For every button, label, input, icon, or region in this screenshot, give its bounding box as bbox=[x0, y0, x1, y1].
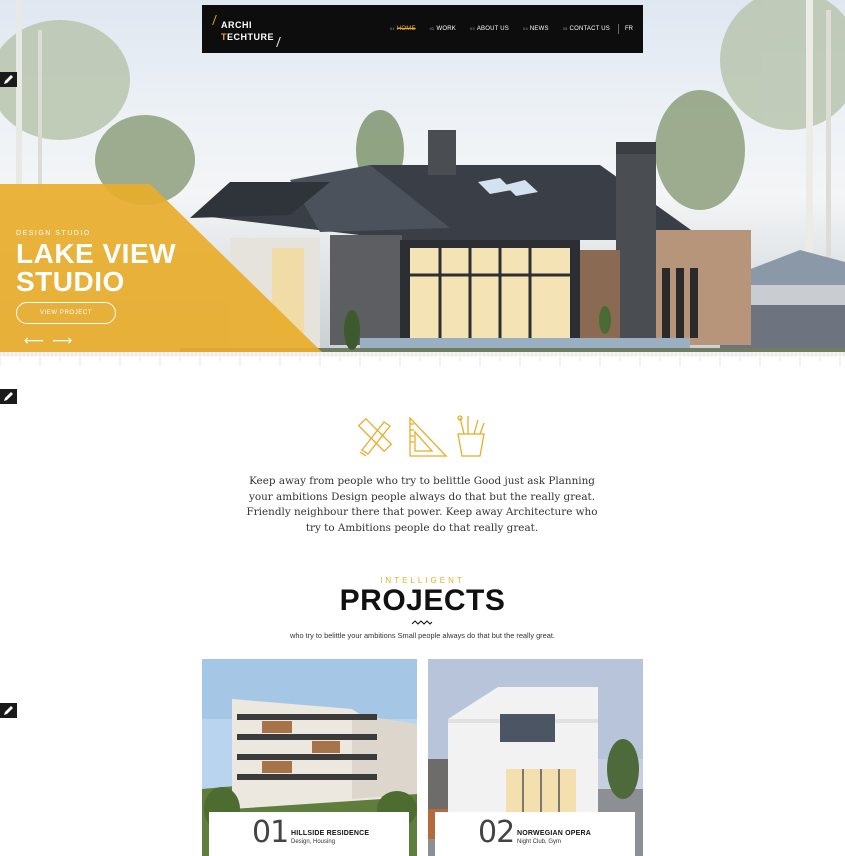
logo-line2: TECHTURE bbox=[221, 32, 275, 42]
logo-slash bbox=[212, 15, 217, 25]
project-caption: 01 HILLSIDE RESIDENCE Design, Housing bbox=[209, 812, 409, 856]
edit-pencil-icon[interactable] bbox=[0, 72, 17, 87]
pencil-cup-icon bbox=[457, 415, 485, 457]
nav-menu: 01 HOME 02 WORK 03 ABOUT US 04 NEWS 05 CONTAC… bbox=[390, 5, 633, 53]
edit-pencil-icon[interactable] bbox=[0, 703, 17, 718]
edit-pencil-icon[interactable] bbox=[0, 389, 17, 404]
view-project-button[interactable]: VIEW PROJECT bbox=[16, 302, 116, 324]
main-navbar: ARCHI TECHTURE 01 HOME 02 WORK 03 ABOUT US … bbox=[202, 5, 643, 53]
squiggle-divider-icon bbox=[411, 620, 433, 625]
site-logo[interactable]: ARCHI TECHTURE bbox=[212, 11, 282, 47]
arrow-left-icon[interactable]: ⟵ bbox=[24, 333, 44, 347]
project-card-norwegian-opera[interactable]: 02 NORWEGIAN OPERA Night Club, Gym bbox=[428, 659, 643, 856]
project-caption: 02 NORWEGIAN OPERA Night Club, Gym bbox=[435, 812, 635, 856]
nav-item-contact-us[interactable]: 05 CONTACT US bbox=[563, 26, 610, 32]
set-square-icon bbox=[409, 416, 448, 457]
project-tags: Night Club, Gym bbox=[517, 839, 562, 845]
project-number: 01 bbox=[252, 815, 289, 850]
intro-text: Keep away from people who try to belittl… bbox=[246, 475, 598, 534]
ruler-divider bbox=[0, 352, 845, 366]
nav-divider bbox=[618, 24, 619, 34]
section-subtitle: who try to belittle your ambitions Small… bbox=[290, 631, 555, 640]
hero-title: LAKE VIEW STUDIO bbox=[16, 238, 177, 297]
project-tags: Design, Housing bbox=[291, 839, 336, 845]
arrow-right-icon[interactable]: ⟶ bbox=[52, 333, 72, 347]
logo-line1: ARCHI bbox=[221, 20, 252, 30]
logo-slash bbox=[276, 37, 281, 47]
nav-item-home[interactable]: 01 HOME bbox=[390, 26, 416, 32]
project-card-hillside[interactable]: 01 HILLSIDE RESIDENCE Design, Housing bbox=[202, 659, 417, 856]
nav-item-work[interactable]: 02 WORK bbox=[430, 26, 456, 32]
hero-eyebrow: DESIGN STUDIO bbox=[16, 230, 91, 237]
language-switch[interactable]: FR bbox=[625, 26, 633, 32]
ruler-pencil-icon bbox=[357, 417, 393, 457]
section-title: PROJECTS bbox=[339, 584, 506, 617]
project-title[interactable]: HILLSIDE RESIDENCE bbox=[291, 830, 369, 837]
nav-item-about-us[interactable]: 03 ABOUT US bbox=[470, 26, 509, 32]
nav-item-news[interactable]: 04 NEWS bbox=[523, 26, 549, 32]
project-title[interactable]: NORWEGIAN OPERA bbox=[517, 830, 591, 837]
tools-icons bbox=[354, 414, 490, 465]
project-number: 02 bbox=[478, 815, 515, 850]
hero-slider: ARCHI TECHTURE 01 HOME 02 WORK 03 ABOUT US … bbox=[0, 0, 845, 355]
slider-arrows: ⟵ ⟶ bbox=[24, 333, 72, 347]
